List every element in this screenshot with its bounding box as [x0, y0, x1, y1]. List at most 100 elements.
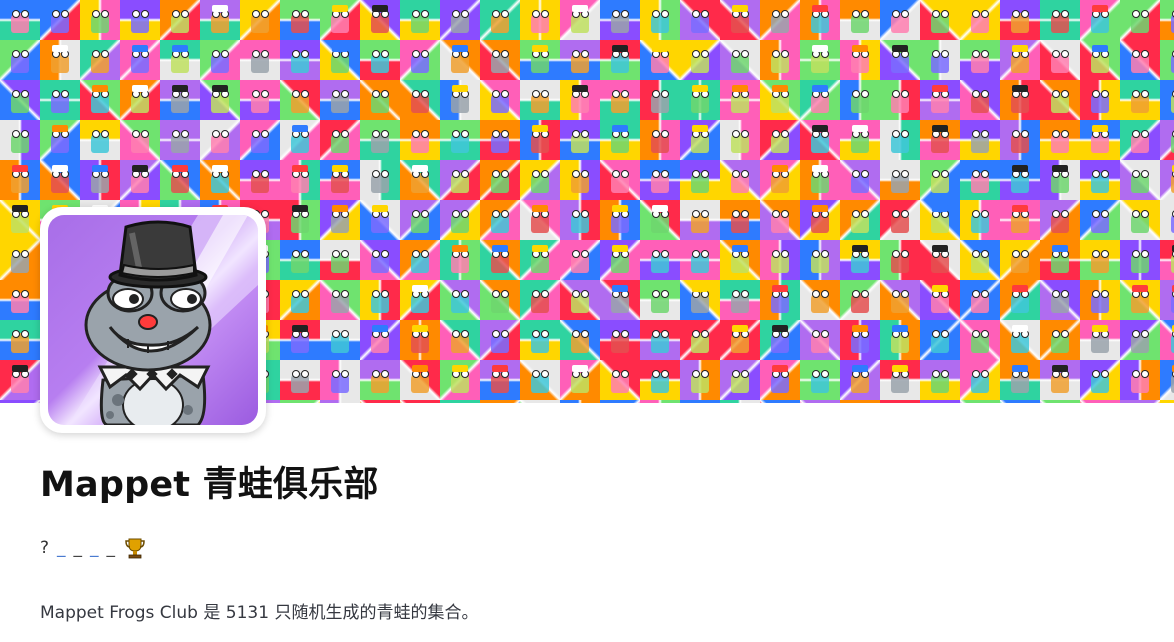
frog-hat [612, 245, 628, 252]
frog-eye [492, 210, 500, 218]
frog-eye [332, 130, 340, 138]
frog-eye [461, 210, 469, 218]
frog-eye [421, 210, 429, 218]
frog-eye [812, 370, 820, 378]
frog-hat [1012, 205, 1028, 212]
banner-tile [320, 280, 360, 320]
banner-tile [520, 240, 560, 280]
frog-eye [972, 290, 980, 298]
banner-tile [1080, 240, 1120, 280]
banner-tile [920, 0, 960, 40]
frog-eye [581, 50, 589, 58]
frog-eye [492, 330, 500, 338]
frog-eye [1101, 250, 1109, 258]
frog-eye [581, 250, 589, 258]
banner-tile [680, 120, 720, 160]
banner-tile [600, 360, 640, 400]
frog-hat [732, 5, 748, 12]
banner-tile [520, 400, 560, 403]
banner-tile [120, 80, 160, 120]
banner-tile [880, 0, 920, 40]
banner-tile [560, 160, 600, 200]
banner-tile [680, 320, 720, 360]
frog-eye [12, 130, 20, 138]
frog-eye [692, 50, 700, 58]
frog-hat [612, 125, 628, 132]
frog-hat [412, 285, 428, 292]
frog-hat [212, 165, 228, 172]
frog-eye [861, 290, 869, 298]
frog-eye [621, 370, 629, 378]
frog-eye [572, 170, 580, 178]
frog-eye [972, 250, 980, 258]
banner-tile [1160, 40, 1174, 80]
frog-hat [612, 45, 628, 52]
banner-tile [600, 280, 640, 320]
banner-tile [600, 200, 640, 240]
frog-hat [932, 205, 948, 212]
banner-tile [800, 0, 840, 40]
banner-tile [120, 40, 160, 80]
frog-eye [372, 290, 380, 298]
frog-eye [252, 10, 260, 18]
frog-eye [541, 290, 549, 298]
frog-eye [901, 290, 909, 298]
banner-tile [0, 160, 40, 200]
banner-tile [680, 400, 720, 403]
banner-tile [80, 0, 120, 40]
banner-tile [920, 120, 960, 160]
frog-hat [52, 45, 68, 52]
frog-eye [1092, 250, 1100, 258]
banner-tile [800, 320, 840, 360]
banner-tile [720, 240, 760, 280]
frog-eye [52, 90, 60, 98]
banner-tile [720, 120, 760, 160]
frog-eye [572, 210, 580, 218]
frog-eye [661, 290, 669, 298]
frog-eye [932, 10, 940, 18]
frog-eye [1141, 130, 1149, 138]
banner-tile [280, 120, 320, 160]
frog-eye [852, 290, 860, 298]
collection-tagline: ? _ _ _ _ [40, 537, 145, 559]
banner-tile [960, 320, 1000, 360]
frog-hat [92, 165, 108, 172]
frog-eye [492, 130, 500, 138]
frog-eye [492, 90, 500, 98]
frog-eye [701, 10, 709, 18]
banner-tile [1120, 240, 1160, 280]
frog-eye [541, 330, 549, 338]
frog-eye [741, 210, 749, 218]
banner-tile [360, 0, 400, 40]
frog-eye [341, 290, 349, 298]
banner-tile [1080, 0, 1120, 40]
frog-hat [412, 165, 428, 172]
banner-tile [320, 40, 360, 80]
banner-tile [0, 240, 40, 280]
banner-tile [280, 80, 320, 120]
frog-hat [852, 125, 868, 132]
banner-tile [120, 120, 160, 160]
frog-hat [452, 85, 468, 92]
banner-tile [1080, 320, 1120, 360]
frog-eye [541, 90, 549, 98]
frog-eye [532, 170, 540, 178]
frog-eye [492, 290, 500, 298]
frog-eye [701, 370, 709, 378]
banner-tile [440, 40, 480, 80]
frog-eye [172, 130, 180, 138]
frog-eye [452, 210, 460, 218]
frog-hat [412, 325, 428, 332]
frog-eye [661, 170, 669, 178]
frog-eye [781, 210, 789, 218]
banner-tile [1160, 240, 1174, 280]
frog-eye [412, 250, 420, 258]
collection-avatar-frame[interactable] [40, 207, 266, 433]
banner-tile [640, 120, 680, 160]
frog-eye [1132, 250, 1140, 258]
banner-tile [1120, 120, 1160, 160]
frog-eye [332, 90, 340, 98]
frog-eye [981, 250, 989, 258]
banner-tile [840, 200, 880, 240]
banner-tile [440, 80, 480, 120]
